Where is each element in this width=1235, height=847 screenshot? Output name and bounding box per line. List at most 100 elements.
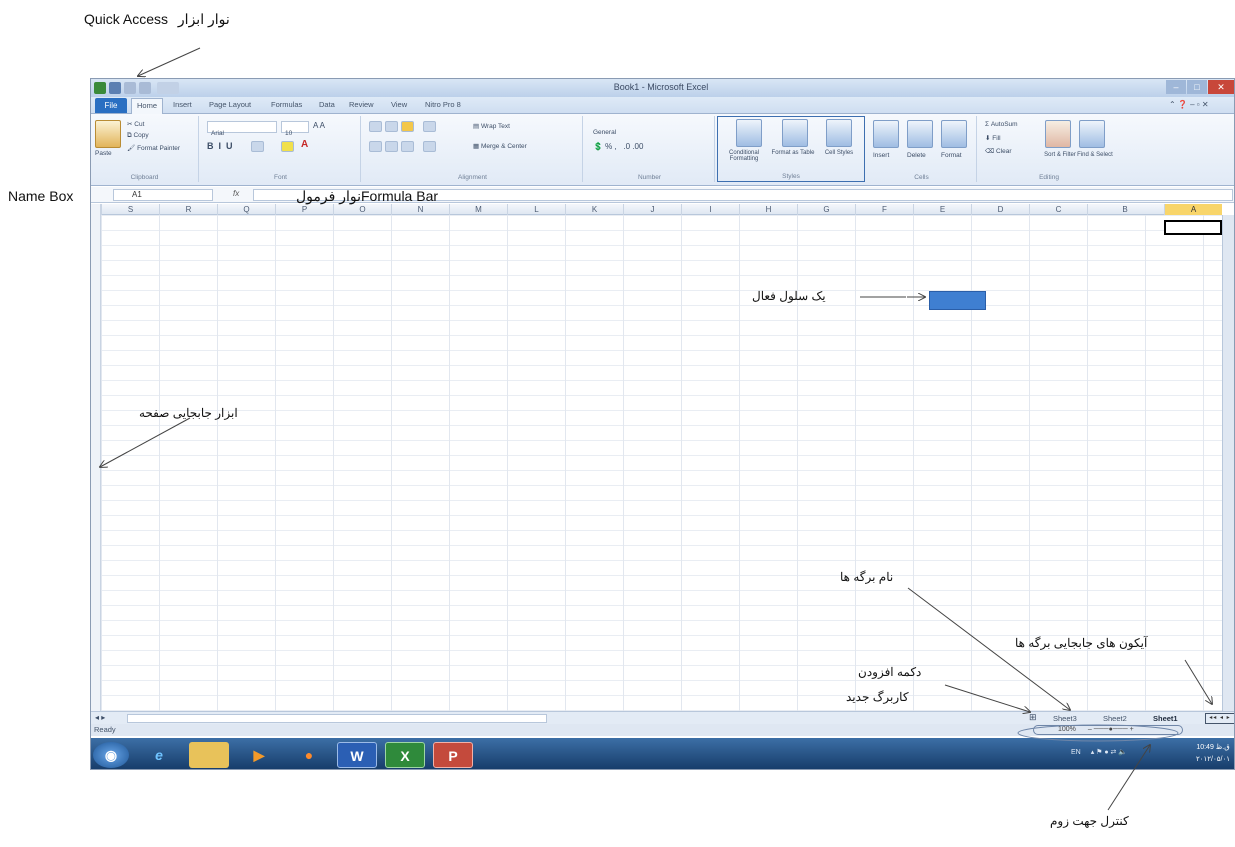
close-button[interactable]: ✕ <box>1208 80 1234 94</box>
delete-label[interactable]: Delete <box>907 152 926 159</box>
sort-filter-label[interactable]: Sort & Filter <box>1041 152 1079 158</box>
format-as-table-icon[interactable] <box>782 119 808 147</box>
tab-insert[interactable]: Insert <box>173 100 192 113</box>
cut-button[interactable]: ✂ Cut <box>127 120 144 128</box>
format-label[interactable]: Format <box>941 152 962 159</box>
column-header[interactable]: F <box>855 204 913 215</box>
format-cells-icon[interactable] <box>941 120 967 148</box>
clear-button[interactable]: ⌫ Clear <box>985 147 1012 155</box>
bold-italic-underline-icons[interactable]: B I U <box>207 141 233 151</box>
delete-cells-icon[interactable] <box>907 120 933 148</box>
tab-formulas[interactable]: Formulas <box>271 100 302 113</box>
excel-taskbar-icon[interactable]: X <box>385 742 425 768</box>
maximize-button[interactable]: □ <box>1187 80 1207 94</box>
align-center-icon[interactable] <box>385 141 398 152</box>
active-cell[interactable] <box>1164 220 1222 235</box>
column-header[interactable]: J <box>623 204 681 215</box>
tab-page-layout[interactable]: Page Layout <box>209 100 251 113</box>
word-icon[interactable]: W <box>337 742 377 768</box>
sheet-tab-1[interactable]: Sheet1 <box>1153 713 1178 724</box>
insert-cells-icon[interactable] <box>873 120 899 148</box>
align-right-icon[interactable] <box>401 141 414 152</box>
fill-color-icon[interactable] <box>281 141 294 152</box>
column-header[interactable]: C <box>1029 204 1087 215</box>
conditional-formatting-label[interactable]: Conditional Formatting <box>720 150 768 162</box>
sort-filter-icon[interactable] <box>1045 120 1071 148</box>
media-player-icon[interactable]: ▶ <box>239 742 279 768</box>
wrap-text-button[interactable]: ▤ Wrap Text <box>473 122 510 130</box>
sheet-tab-3[interactable]: Sheet3 <box>1053 713 1077 724</box>
tab-home[interactable]: Home <box>131 98 164 114</box>
tab-nitro[interactable]: Nitro Pro 8 <box>425 100 461 113</box>
align-top-icon[interactable] <box>369 121 382 132</box>
paste-label[interactable]: Paste <box>95 150 112 157</box>
autosum-button[interactable]: Σ AutoSum <box>985 121 1018 128</box>
column-header[interactable]: R <box>159 204 217 215</box>
save-icon[interactable] <box>109 82 121 94</box>
minimize-button[interactable]: – <box>1166 80 1186 94</box>
column-header[interactable]: H <box>739 204 797 215</box>
number-format-select[interactable]: General <box>593 121 703 136</box>
tab-review[interactable]: Review <box>349 100 374 113</box>
currency-percent-icons[interactable]: 💲 % , .0 .00 <box>593 142 643 151</box>
tab-view[interactable]: View <box>391 100 407 113</box>
format-as-table-label[interactable]: Format as Table <box>770 150 816 156</box>
borders-icon[interactable] <box>251 141 264 152</box>
column-header[interactable]: G <box>797 204 855 215</box>
paste-icon[interactable] <box>95 120 121 148</box>
row-headers[interactable] <box>1222 215 1234 711</box>
insert-sheet-icon[interactable]: ⊞ <box>1029 712 1037 723</box>
merge-center-button[interactable]: ▦ Merge & Center <box>473 142 527 150</box>
column-header[interactable]: S <box>101 204 159 215</box>
tray-icons[interactable]: ▴ ⚑ ● ⇄ 🔈 <box>1091 749 1127 756</box>
column-header[interactable]: L <box>507 204 565 215</box>
indent-icon[interactable] <box>423 141 436 152</box>
internet-explorer-icon[interactable]: e <box>139 742 179 768</box>
language-indicator[interactable]: EN <box>1071 749 1081 756</box>
copy-button[interactable]: ⧉ Copy <box>127 132 149 140</box>
insert-label[interactable]: Insert <box>873 152 889 159</box>
name-box[interactable]: A1 <box>113 189 213 201</box>
customize-qat-button[interactable] <box>157 82 179 94</box>
grow-font-icon[interactable]: A A <box>313 121 325 130</box>
format-painter-button[interactable]: 🖌 Format Painter <box>127 144 180 152</box>
tab-file[interactable]: File <box>95 98 127 113</box>
redo-icon[interactable] <box>139 82 151 94</box>
align-left-icon[interactable] <box>369 141 382 152</box>
column-header[interactable]: E <box>913 204 971 215</box>
help-icon[interactable]: ⌃ ❓ – ▫ ✕ <box>1169 100 1229 111</box>
fill-button[interactable]: ⬇ Fill <box>985 134 1001 142</box>
align-bottom-icon[interactable] <box>401 121 414 132</box>
split-handle-icon[interactable]: ◂ ▸ <box>95 713 105 722</box>
sheet-tab-2[interactable]: Sheet2 <box>1103 713 1127 724</box>
column-header[interactable]: Q <box>217 204 275 215</box>
find-select-label[interactable]: Find & Select <box>1077 152 1113 158</box>
sheet-nav-icons[interactable]: ◂◂ ◂ ▸ ▸▸ <box>1205 713 1234 730</box>
function-icon[interactable]: fx <box>233 189 247 201</box>
column-header[interactable]: B <box>1087 204 1162 215</box>
start-button-icon[interactable]: ◉ <box>93 742 129 768</box>
align-middle-icon[interactable] <box>385 121 398 132</box>
cell-styles-icon[interactable] <box>826 119 852 147</box>
horizontal-scrollbar[interactable] <box>127 714 547 723</box>
column-header[interactable]: D <box>971 204 1029 215</box>
zoom-slider-icon[interactable]: – ───●─── + <box>1088 726 1134 733</box>
column-header[interactable]: P <box>275 204 333 215</box>
font-color-icon[interactable]: A <box>301 139 308 150</box>
conditional-formatting-icon[interactable] <box>736 119 762 147</box>
column-header[interactable]: N <box>391 204 449 215</box>
undo-icon[interactable] <box>124 82 136 94</box>
firefox-icon[interactable]: ● <box>289 742 329 768</box>
column-header[interactable]: I <box>681 204 739 215</box>
find-select-icon[interactable] <box>1079 120 1105 148</box>
column-header[interactable]: O <box>333 204 391 215</box>
vertical-scrollbar[interactable] <box>91 204 101 711</box>
column-header[interactable]: M <box>449 204 507 215</box>
powerpoint-icon[interactable]: P <box>433 742 473 768</box>
tab-data[interactable]: Data <box>319 100 335 113</box>
folder-icon[interactable] <box>189 742 229 768</box>
column-header[interactable]: K <box>565 204 623 215</box>
zoom-control[interactable]: 100% – ───●─── + <box>1033 725 1183 735</box>
font-name-select[interactable]: Arial <box>207 121 277 137</box>
column-header-active[interactable]: A <box>1164 204 1222 215</box>
